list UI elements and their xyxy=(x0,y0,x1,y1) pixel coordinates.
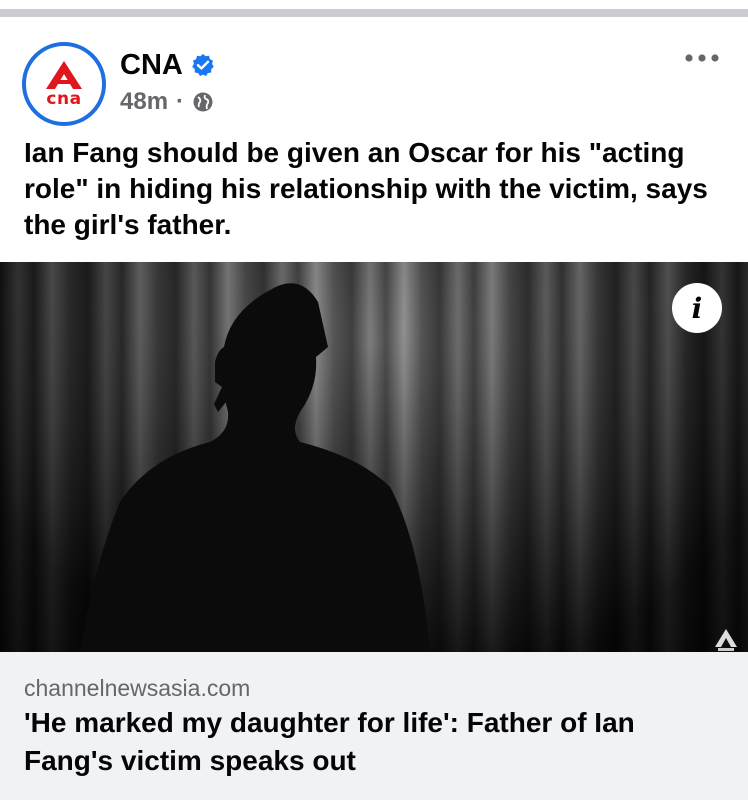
avatar-text: cna xyxy=(46,89,82,109)
post-meta: 48m · xyxy=(120,88,214,116)
more-horizontal-icon[interactable] xyxy=(684,50,720,66)
info-icon[interactable]: i xyxy=(672,283,722,333)
post-caption: Ian Fang should be given an Oscar for hi… xyxy=(24,137,708,240)
name-row: CNA xyxy=(120,48,215,82)
avatar[interactable]: cna xyxy=(22,42,106,126)
person-silhouette xyxy=(80,283,430,652)
verified-badge-icon xyxy=(192,54,214,76)
meta-separator: · xyxy=(176,88,185,115)
post-image[interactable]: i xyxy=(0,262,748,652)
link-title[interactable]: 'He marked my daughter for life': Father… xyxy=(24,704,724,780)
globe-icon xyxy=(193,92,213,112)
cna-logo-icon xyxy=(46,61,82,89)
post-header: cna CNA 48m · xyxy=(0,20,748,132)
post-time[interactable]: 48m xyxy=(120,88,168,116)
cna-watermark-icon xyxy=(715,629,737,651)
page-name[interactable]: CNA xyxy=(120,48,183,82)
link-preview[interactable]: channelnewsasia.com 'He marked my daught… xyxy=(0,652,748,800)
top-divider xyxy=(0,0,748,20)
link-domain: channelnewsasia.com xyxy=(24,675,251,701)
